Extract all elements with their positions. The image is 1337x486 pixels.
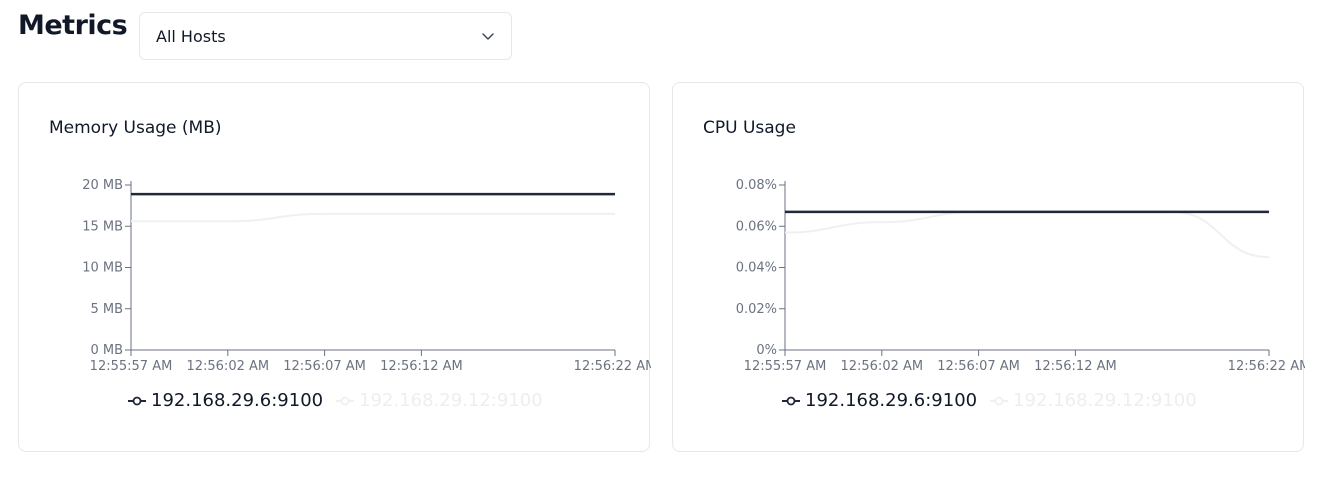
host-filter-value: All Hosts: [156, 26, 226, 46]
legend-marker-icon: [782, 396, 800, 405]
y-tick-label: 0%: [756, 343, 777, 358]
x-tick-label: 12:56:22 AM: [1228, 359, 1305, 374]
cpu-usage-chart: 0% 0.02% 0.04% 0.06% 0.08% 12:55:57 AM 12:56:0…: [736, 178, 1305, 374]
series-line: [784, 210, 1270, 259]
x-tick-label: 12:56:12 AM: [380, 359, 463, 374]
legend-item[interactable]: 192.168.29.6:9100: [127, 390, 323, 411]
host-filter-select[interactable]: All Hosts: [139, 12, 512, 60]
y-tick-label: 0.06%: [736, 219, 777, 234]
y-tick-label: 0.08%: [736, 178, 777, 193]
legend-label: 192.168.29.12:9100: [1013, 390, 1197, 411]
chevron-down-icon: [482, 33, 494, 40]
y-tick-label: 20 MB: [82, 178, 123, 193]
x-tick-label: 12:55:57 AM: [90, 359, 173, 374]
legend-item[interactable]: 192.168.29.6:9100: [781, 390, 977, 411]
x-tick-label: 12:56:02 AM: [186, 359, 269, 374]
y-tick-label: 10 MB: [82, 261, 123, 276]
y-tick-label: 0 MB: [90, 343, 123, 358]
legend-marker-icon: [336, 396, 355, 405]
legend-label: 192.168.29.12:9100: [359, 390, 543, 411]
legend-label: 192.168.29.6:9100: [805, 390, 978, 411]
legend-item[interactable]: 192.168.29.12:9100: [335, 390, 543, 411]
legend-item[interactable]: 192.168.29.12:9100: [989, 390, 1197, 411]
page-header: Metrics All Hosts: [18, 10, 512, 60]
x-tick-label: 12:56:07 AM: [937, 359, 1020, 374]
cpu-usage-card: CPU Usage 0% 0.02% 0.04% 0.06% 0.08% 12:55:57…: [672, 82, 1305, 452]
y-tick-label: 0.02%: [736, 302, 777, 317]
legend-marker-icon: [990, 396, 1009, 405]
y-tick-label: 15 MB: [82, 219, 123, 234]
cpu-usage-legend: 192.168.29.6:9100 192.168.29.12:9100: [673, 390, 1337, 411]
legend-marker-icon: [128, 396, 146, 405]
y-tick-label: 5 MB: [90, 302, 123, 317]
x-tick-label: 12:56:12 AM: [1034, 359, 1117, 374]
x-tick-label: 12:55:57 AM: [744, 359, 827, 374]
memory-usage-card: Memory Usage (MB) 0 MB 5 MB 10 MB 15 MB 20 M…: [18, 82, 651, 452]
memory-usage-legend: 192.168.29.6:9100 192.168.29.12:9100: [19, 390, 759, 411]
x-tick-label: 12:56:07 AM: [283, 359, 366, 374]
series-line: [130, 212, 615, 223]
x-tick-label: 12:56:22 AM: [574, 359, 651, 374]
x-tick-label: 12:56:02 AM: [840, 359, 923, 374]
y-tick-label: 0.04%: [736, 261, 777, 276]
legend-label: 192.168.29.6:9100: [151, 390, 324, 411]
memory-usage-chart: 0 MB 5 MB 10 MB 15 MB 20 MB 12:55:57 AM 12:56:…: [82, 178, 651, 374]
page-title: Metrics: [18, 10, 128, 41]
